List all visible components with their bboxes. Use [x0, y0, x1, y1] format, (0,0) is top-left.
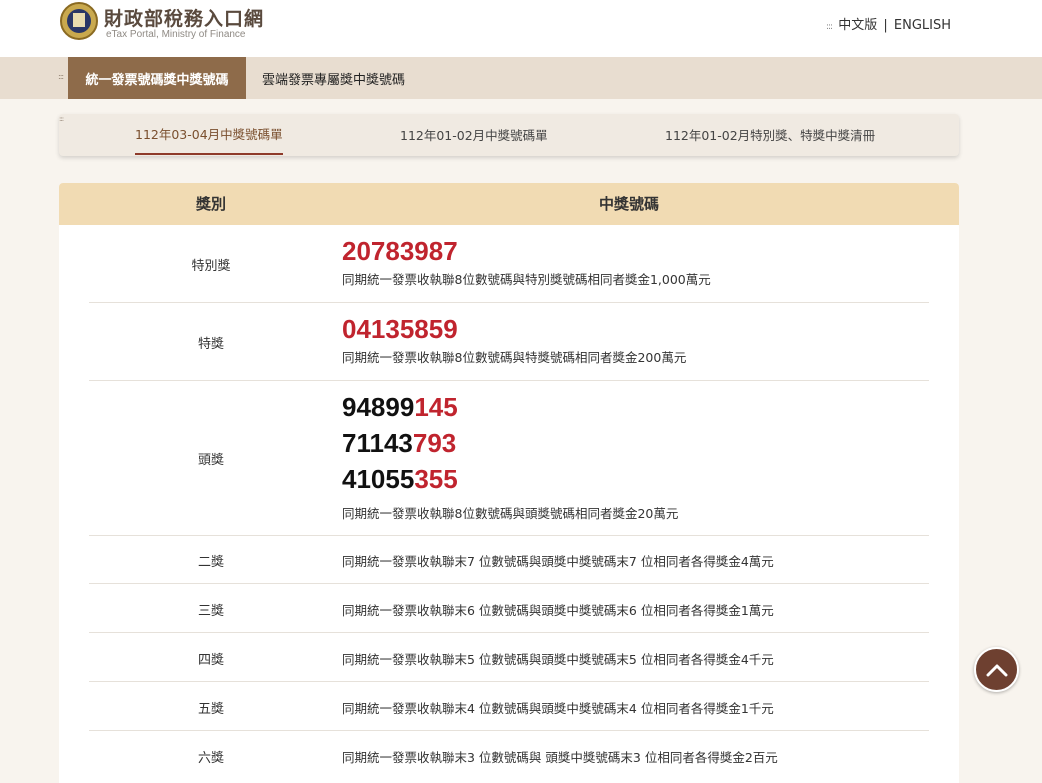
tab-special-prize-list[interactable]: 112年01-02月特別獎、特獎中獎清冊 [665, 114, 875, 154]
lang-separator: | [883, 18, 888, 33]
period-tabs: ::: 112年03-04月中獎號碼單 112年01-02月中獎號碼單 112年… [59, 114, 959, 156]
winning-number: 04135859 [342, 314, 458, 344]
prize-description: 同期統一發票收執聯8位數號碼與特別獎號碼相同者獎金1,000萬元 [342, 272, 711, 287]
table-row-sixth-prize: 六獎 同期統一發票收執聯末3 位數號碼與 頭獎中獎號碼末3 位相同者各得獎金2百… [89, 731, 929, 779]
table-row-first-prize: 頭獎 94899145 71143793 41055355 同期統一發票收執聯8… [89, 381, 929, 536]
table-row-second-prize: 二獎 同期統一發票收執聯末7 位數號碼與頭獎中獎號碼末7 位相同者各得獎金4萬元 [89, 536, 929, 584]
prize-category: 三獎 [197, 604, 224, 619]
ministry-emblem-icon[interactable] [60, 2, 98, 40]
prize-description: 同期統一發票收執聯8位數號碼與頭獎號碼相同者獎金20萬元 [342, 506, 679, 521]
accesskey-marker: ::: [825, 22, 833, 32]
main-nav: ::: 統一發票號碼獎中獎號碼 雲端發票專屬獎中獎號碼 [0, 57, 1042, 99]
language-switcher: ::: 中文版 | ENGLISH [826, 14, 951, 33]
table-row-fifth-prize: 五獎 同期統一發票收執聯末4 位數號碼與頭獎中獎號碼末4 位相同者各得獎金1千元 [89, 682, 929, 731]
prize-category: 四獎 [197, 653, 224, 668]
prize-description: 同期統一發票收執聯末4 位數號碼與頭獎中獎號碼末4 位相同者各得獎金1千元 [342, 701, 774, 716]
site-header: 財政部稅務入口網 eTax Portal, Ministry of Financ… [0, 0, 1042, 57]
table-header: 獎別 中獎號碼 [59, 183, 959, 225]
winning-numbers-table: 獎別 中獎號碼 特別獎 20783987 同期統一發票收執聯8位數號碼與特別獎號… [59, 183, 959, 783]
winning-number: 20783987 [342, 236, 458, 266]
tab-invoice-winning-numbers[interactable]: 統一發票號碼獎中獎號碼 [68, 57, 246, 99]
table-row-special-prize: 特別獎 20783987 同期統一發票收執聯8位數號碼與特別獎號碼相同者獎金1,… [89, 225, 929, 303]
prize-description: 同期統一發票收執聯末5 位數號碼與頭獎中獎號碼末5 位相同者各得獎金4千元 [342, 652, 774, 667]
tab-period-112-03-04[interactable]: 112年03-04月中獎號碼單 [135, 114, 283, 155]
tab-cloud-invoice-winning-numbers[interactable]: 雲端發票專屬獎中獎號碼 [262, 57, 405, 99]
table-row-grand-prize: 特獎 04135859 同期統一發票收執聯8位數號碼與特獎號碼相同者獎金200萬… [89, 303, 929, 381]
table-row-fourth-prize: 四獎 同期統一發票收執聯末5 位數號碼與頭獎中獎號碼末5 位相同者各得獎金4千元 [89, 633, 929, 682]
accesskey-marker: ::: [58, 72, 64, 81]
prize-category: 特別獎 [191, 259, 231, 274]
prize-category: 特獎 [197, 337, 224, 352]
table-row-third-prize: 三獎 同期統一發票收執聯末6 位數號碼與頭獎中獎號碼末6 位相同者各得獎金1萬元 [89, 584, 929, 633]
winning-number: 41055355 [342, 464, 458, 494]
tab-period-112-01-02[interactable]: 112年01-02月中獎號碼單 [400, 114, 548, 154]
lang-en-link[interactable]: ENGLISH [894, 18, 951, 33]
back-to-top-button[interactable] [974, 647, 1019, 692]
prize-category: 頭獎 [197, 453, 224, 468]
site-title[interactable]: 財政部稅務入口網 [104, 4, 264, 31]
winning-number: 94899145 [342, 392, 458, 422]
prize-description: 同期統一發票收執聯末6 位數號碼與頭獎中獎號碼末6 位相同者各得獎金1萬元 [342, 603, 774, 618]
winning-number: 71143793 [342, 428, 457, 458]
lang-zh-link[interactable]: 中文版 [838, 18, 877, 33]
prize-category: 五獎 [197, 702, 224, 717]
column-header-numbers: 中獎號碼 [598, 195, 659, 213]
accesskey-marker: ::: [59, 115, 64, 123]
chevron-up-icon [986, 664, 1007, 676]
prize-category: 六獎 [197, 751, 224, 766]
site-subtitle: eTax Portal, Ministry of Finance [106, 29, 246, 40]
prize-description: 同期統一發票收執聯末7 位數號碼與頭獎中獎號碼末7 位相同者各得獎金4萬元 [342, 554, 774, 569]
prize-description: 同期統一發票收執聯末3 位數號碼與 頭獎中獎號碼末3 位相同者各得獎金2百元 [342, 750, 778, 765]
column-header-category: 獎別 [195, 195, 226, 213]
prize-description: 同期統一發票收執聯8位數號碼與特獎號碼相同者獎金200萬元 [342, 350, 687, 365]
prize-category: 二獎 [197, 555, 224, 570]
